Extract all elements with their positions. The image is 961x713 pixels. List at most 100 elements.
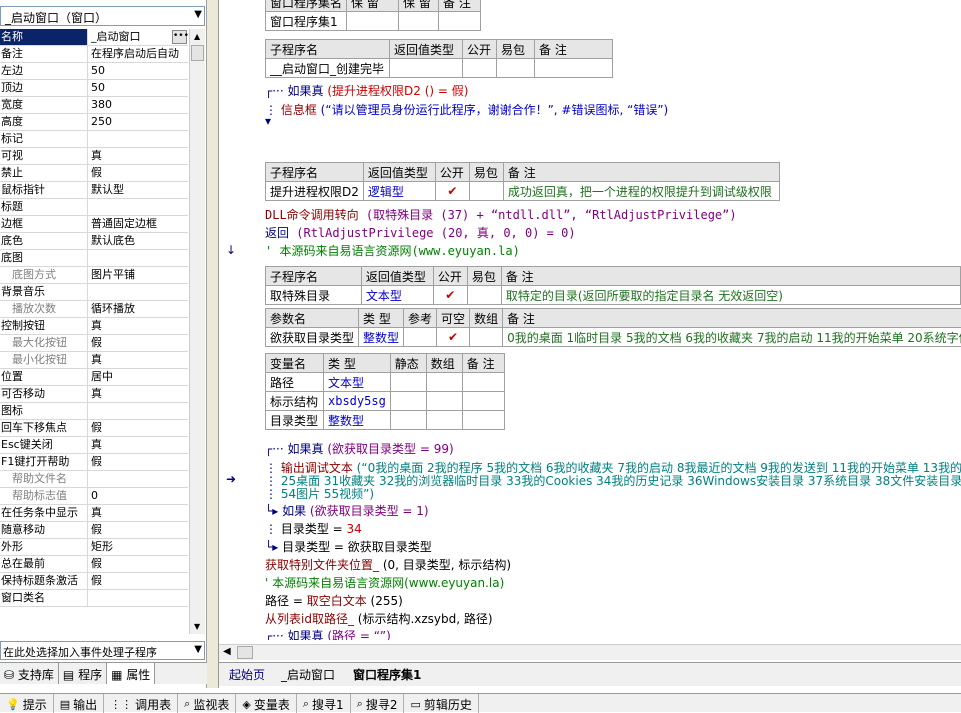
- property-row[interactable]: 回车下移焦点假: [0, 420, 188, 437]
- table-cell[interactable]: 欲获取目录类型: [264, 327, 360, 347]
- property-row[interactable]: 总在最前假: [0, 556, 188, 573]
- property-row[interactable]: 保持标题条激活假: [0, 573, 188, 590]
- table-cell[interactable]: [425, 410, 463, 430]
- table-cell[interactable]: 逻辑型: [362, 181, 436, 201]
- property-row[interactable]: 随意移动假: [0, 522, 188, 539]
- property-value[interactable]: 默认型: [88, 182, 188, 198]
- table-cell[interactable]: 整数型: [323, 410, 391, 430]
- property-value[interactable]: 矩形: [88, 539, 188, 555]
- watch-button[interactable]: ⌕ 监视表: [178, 694, 237, 713]
- property-value[interactable]: 默认底色: [88, 233, 188, 249]
- scroll-up-icon[interactable]: ▲: [194, 32, 200, 41]
- table-cell[interactable]: 成功返回真，把一个进程的权限提升到调试级权限: [502, 181, 780, 201]
- panel-splitter[interactable]: [207, 0, 219, 688]
- scroll-thumb[interactable]: [191, 45, 204, 61]
- property-row[interactable]: 顶边 50: [0, 80, 188, 97]
- code-line[interactable]: 获取特别文件夹位置_ (0, 目录类型, 标示结构): [265, 556, 511, 573]
- property-value[interactable]: 假: [88, 573, 188, 589]
- check-icon[interactable]: ✔: [432, 285, 468, 305]
- table-cell[interactable]: [389, 410, 427, 430]
- property-value[interactable]: 真: [88, 505, 188, 521]
- property-row[interactable]: 帮助文件名: [0, 471, 188, 488]
- table-cell[interactable]: 取特定的目录(返回所要取的指定目录名 无效返回空): [500, 285, 961, 305]
- property-value[interactable]: 250: [88, 114, 188, 130]
- property-value[interactable]: 380: [88, 97, 188, 113]
- code-editor[interactable]: 窗口程序集名 保 留 保 留 备 注 窗口程序集1 子程序名 返回值类型 公开 …: [261, 0, 961, 640]
- variables-button[interactable]: ◈ 变量表: [236, 694, 297, 713]
- property-value[interactable]: 真: [88, 148, 188, 164]
- table-cell[interactable]: 目录类型: [265, 410, 324, 430]
- property-row[interactable]: 鼠标指针 默认型: [0, 182, 188, 199]
- property-value[interactable]: 0: [88, 488, 188, 504]
- property-value[interactable]: [88, 590, 188, 606]
- property-row[interactable]: 位置 居中: [0, 369, 188, 386]
- property-row[interactable]: 最大化按钮假: [0, 335, 188, 352]
- code-line[interactable]: ⋮ 54图片 55视频”): [265, 485, 374, 502]
- table-cell[interactable]: [389, 58, 463, 78]
- table-cell[interactable]: 路径: [265, 372, 324, 392]
- table-cell[interactable]: [425, 391, 463, 411]
- table-cell[interactable]: [403, 327, 438, 347]
- tab-startup-window[interactable]: _启动窗口: [281, 666, 335, 683]
- property-row[interactable]: 底色 默认底色: [0, 233, 188, 250]
- property-row[interactable]: 宽度 380: [0, 97, 188, 114]
- code-line[interactable]: ⋮ 信息框 (“请以管理员身份运行此程序，谢谢合作！”, #错误图标, “错误”…: [265, 101, 668, 118]
- event-selector-combo[interactable]: 在此处选择加入事件处理子程序 ▼: [0, 641, 205, 660]
- property-row[interactable]: 高度 250: [0, 114, 188, 131]
- scroll-left-icon[interactable]: ◀: [223, 646, 231, 657]
- property-value[interactable]: 循环播放: [88, 301, 188, 317]
- property-row[interactable]: 备注 在程序启动后自动: [0, 46, 188, 63]
- property-value[interactable]: 普通固定边框: [88, 216, 188, 232]
- property-row[interactable]: 最小化按钮真: [0, 352, 188, 369]
- code-line[interactable]: ' 本源码来自易语言资源网(www.eyuyan.la): [265, 242, 520, 259]
- property-value[interactable]: [88, 403, 188, 419]
- property-row[interactable]: 播放次数 循环播放: [0, 301, 188, 318]
- table-cell[interactable]: [389, 391, 427, 411]
- property-value[interactable]: 在程序启动后自动: [88, 46, 188, 62]
- table-cell[interactable]: 文本型: [360, 285, 434, 305]
- property-value[interactable]: 真: [88, 352, 188, 368]
- scroll-thumb[interactable]: [237, 646, 253, 659]
- check-icon[interactable]: ✔: [436, 327, 471, 347]
- property-value[interactable]: 假: [88, 420, 188, 436]
- scroll-down-icon[interactable]: ▼: [194, 622, 200, 631]
- property-value[interactable]: [88, 199, 188, 215]
- code-line[interactable]: 从列表id取路径_ (标示结构.xzsybd, 路径): [265, 610, 493, 627]
- property-row[interactable]: 控制按钮真: [0, 318, 188, 335]
- table-cell[interactable]: __启动窗口_创建完毕: [265, 58, 390, 78]
- code-line[interactable]: ⋮ 目录类型 = 34: [265, 520, 362, 537]
- clipboard-history-button[interactable]: ▭ 剪辑历史: [404, 694, 479, 713]
- table-cell[interactable]: [398, 11, 440, 31]
- tab-program[interactable]: ▤ 程序: [59, 663, 108, 684]
- property-row[interactable]: F1键打开帮助假: [0, 454, 188, 471]
- property-row[interactable]: 可视真: [0, 148, 188, 165]
- property-value[interactable]: 50: [88, 80, 188, 96]
- code-line[interactable]: 返回 (RtlAdjustPrivilege (20, 真, 0, 0) = 0…: [265, 224, 576, 241]
- property-row[interactable]: 可否移动真: [0, 386, 188, 403]
- property-row[interactable]: 底图方式 图片平铺: [0, 267, 188, 284]
- table-cell[interactable]: xbsdy5sg: [323, 391, 391, 411]
- property-row[interactable]: 标题: [0, 199, 188, 216]
- table-cell[interactable]: 提升进程权限D2: [265, 181, 364, 201]
- property-value[interactable]: [88, 131, 188, 147]
- table-cell[interactable]: [438, 11, 482, 31]
- table-cell[interactable]: [461, 410, 505, 430]
- table-cell[interactable]: [461, 372, 505, 392]
- search2-button[interactable]: ⌕ 搜寻2: [351, 694, 405, 713]
- table-cell[interactable]: [496, 58, 535, 78]
- property-value[interactable]: 真: [88, 318, 188, 334]
- code-line[interactable]: ┌··· 如果真 (路径 = “”): [265, 627, 391, 640]
- property-value[interactable]: 50: [88, 63, 188, 79]
- tab-support-library[interactable]: ⛁ 支持库: [0, 663, 59, 684]
- property-value[interactable]: 假: [88, 335, 188, 351]
- tab-properties[interactable]: ▦ 属性: [107, 663, 156, 684]
- property-scrollbar[interactable]: ▲ ▼: [189, 29, 205, 634]
- search1-button[interactable]: ⌕ 搜寻1: [297, 694, 351, 713]
- table-cell[interactable]: 标示结构: [265, 391, 324, 411]
- property-value[interactable]: [88, 284, 188, 300]
- table-cell[interactable]: 0我的桌面 1临时目录 5我的文档 6我的收藏夹 7我的启动 11我的开始菜单 …: [502, 327, 961, 347]
- table-cell[interactable]: [389, 372, 427, 392]
- property-row[interactable]: 帮助标志值 0: [0, 488, 188, 505]
- table-cell[interactable]: 整数型: [358, 327, 405, 347]
- code-line[interactable]: DLL命令调用转向 (取特殊目录 (37) + “ntdll.dll”, “Rt…: [265, 206, 737, 223]
